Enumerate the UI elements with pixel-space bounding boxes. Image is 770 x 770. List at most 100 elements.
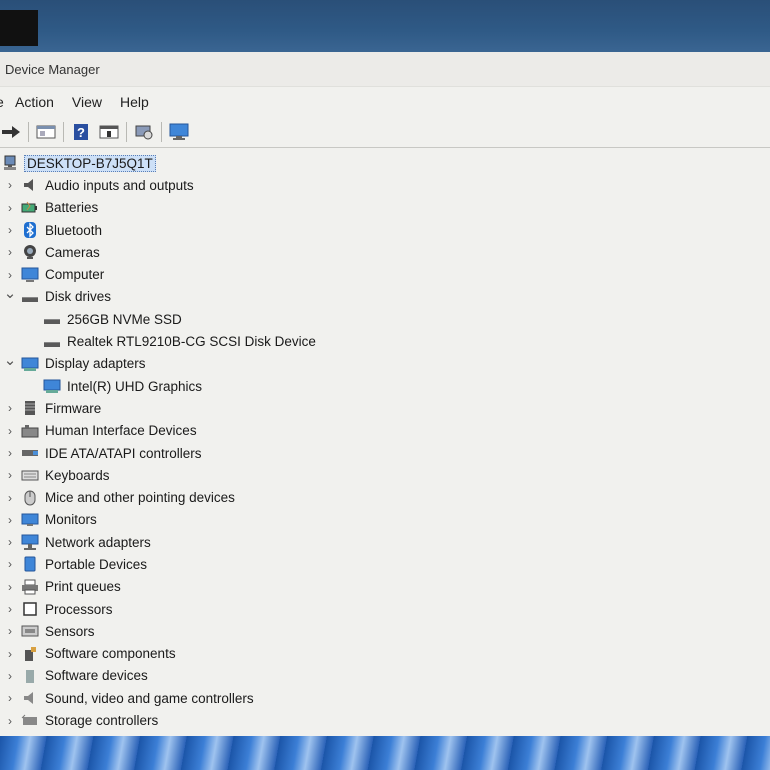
display-icon xyxy=(43,378,61,394)
category-label: Batteries xyxy=(45,200,99,216)
title-bar[interactable]: Device Manager xyxy=(0,52,770,87)
window-title: Device Manager xyxy=(5,61,100,77)
category-item[interactable]: › Computer xyxy=(0,263,770,285)
category-item[interactable]: ⌄ Disk drives xyxy=(0,286,770,308)
menu-view[interactable]: View xyxy=(72,92,102,112)
chevron-right-icon[interactable]: › xyxy=(3,580,17,594)
chevron-right-icon[interactable]: › xyxy=(3,602,17,616)
chevron-right-icon[interactable]: › xyxy=(3,223,17,237)
computer-icon xyxy=(21,267,39,283)
category-item[interactable]: › Storage controllers xyxy=(0,709,770,731)
chevron-down-icon[interactable]: ⌄ xyxy=(3,286,17,301)
category-label: Audio inputs and outputs xyxy=(45,177,194,193)
category-label: Network adapters xyxy=(45,534,151,550)
chevron-right-icon[interactable]: › xyxy=(3,491,17,505)
portable-icon xyxy=(21,556,39,572)
svg-text:?: ? xyxy=(77,125,85,140)
category-item[interactable]: › Software devices xyxy=(0,665,770,687)
chevron-right-icon[interactable]: › xyxy=(3,669,17,683)
hid-icon xyxy=(21,423,39,439)
monitor-icon[interactable] xyxy=(168,122,190,142)
chevron-right-icon[interactable]: › xyxy=(3,268,17,282)
sound-icon xyxy=(21,690,39,706)
toolbar-separator xyxy=(161,122,162,142)
category-item[interactable]: › Print queues xyxy=(0,576,770,598)
device-item[interactable]: ›Realtek RTL9210B-CG SCSI Disk Device xyxy=(0,330,770,352)
chevron-right-icon[interactable]: › xyxy=(3,535,17,549)
tree-root[interactable]: DESKTOP-B7J5Q1T xyxy=(0,152,770,174)
chevron-right-icon[interactable]: › xyxy=(3,624,17,638)
properties-icon[interactable] xyxy=(35,122,57,142)
category-item[interactable]: › Audio inputs and outputs xyxy=(0,174,770,196)
device-label: Realtek RTL9210B-CG SCSI Disk Device xyxy=(67,334,316,350)
chevron-right-icon[interactable]: › xyxy=(3,245,17,259)
device-tree: DESKTOP-B7J5Q1T › Audio inputs and output… xyxy=(0,148,770,732)
category-item[interactable]: › Portable Devices xyxy=(0,553,770,575)
category-item[interactable]: › Network adapters xyxy=(0,531,770,553)
category-label: Sensors xyxy=(45,623,95,639)
category-label: Software components xyxy=(45,646,176,662)
software-component-icon xyxy=(21,646,39,662)
menu-file[interactable]: e xyxy=(0,92,4,112)
category-item[interactable]: › Human Interface Devices xyxy=(0,420,770,442)
disk-icon xyxy=(21,289,39,305)
category-item[interactable]: › Processors xyxy=(0,598,770,620)
category-item[interactable]: › Bluetooth xyxy=(0,219,770,241)
network-icon xyxy=(21,534,39,551)
category-item[interactable]: › Mice and other pointing devices xyxy=(0,486,770,508)
menu-help[interactable]: Help xyxy=(120,92,149,112)
category-label: Disk drives xyxy=(45,289,112,305)
category-item[interactable]: › Sound, video and game controllers xyxy=(0,687,770,709)
chevron-right-icon[interactable]: › xyxy=(3,468,17,482)
category-label: Computer xyxy=(45,267,105,283)
category-item[interactable]: › Cameras xyxy=(0,241,770,263)
scan-hardware-icon[interactable] xyxy=(133,122,155,142)
chevron-right-icon[interactable]: › xyxy=(3,201,17,215)
chevron-right-icon[interactable]: › xyxy=(3,513,17,527)
chevron-right-icon[interactable]: › xyxy=(3,424,17,438)
software-device-icon xyxy=(21,668,39,684)
chevron-right-icon[interactable]: › xyxy=(3,691,17,705)
category-item[interactable]: › Sensors xyxy=(0,620,770,642)
category-label: Print queues xyxy=(45,579,121,595)
device-item[interactable]: ›Intel(R) UHD Graphics xyxy=(0,375,770,397)
toolbar-separator xyxy=(28,122,29,142)
ide-icon xyxy=(21,445,39,461)
category-item[interactable]: › Monitors xyxy=(0,509,770,531)
chevron-right-icon[interactable]: › xyxy=(3,178,17,192)
device-item[interactable]: ›256GB NVMe SSD xyxy=(0,308,770,330)
category-item[interactable]: › Firmware xyxy=(0,397,770,419)
mouse-icon xyxy=(21,490,39,506)
category-label: Cameras xyxy=(45,244,100,260)
firmware-icon xyxy=(21,400,39,416)
chevron-down-icon[interactable]: ⌄ xyxy=(3,353,17,368)
processor-icon xyxy=(21,601,39,617)
help-icon[interactable]: ? xyxy=(70,122,92,142)
category-label: Firmware xyxy=(45,400,102,416)
chevron-right-icon[interactable]: › xyxy=(3,647,17,661)
toolbar-separator xyxy=(126,122,127,142)
chevron-right-icon[interactable]: › xyxy=(3,714,17,728)
menu-action[interactable]: Action xyxy=(15,92,54,112)
category-item[interactable]: › IDE ATA/ATAPI controllers xyxy=(0,442,770,464)
chevron-right-icon[interactable]: › xyxy=(3,446,17,460)
category-item[interactable]: › Keyboards xyxy=(0,464,770,486)
category-item[interactable]: › Batteries xyxy=(0,197,770,219)
category-label: Portable Devices xyxy=(45,556,148,572)
category-label: Processors xyxy=(45,601,113,617)
forward-arrow-icon[interactable] xyxy=(0,122,22,142)
speaker-icon xyxy=(21,177,39,193)
update-driver-icon[interactable] xyxy=(98,122,120,142)
storage-icon xyxy=(21,713,39,729)
taskbar-thumbnail xyxy=(0,10,38,46)
root-label: DESKTOP-B7J5Q1T xyxy=(24,154,156,172)
category-item[interactable]: › Software components xyxy=(0,643,770,665)
chevron-right-icon[interactable]: › xyxy=(3,557,17,571)
desktop-background-bottom xyxy=(0,736,770,770)
device-label: Intel(R) UHD Graphics xyxy=(67,378,203,394)
chevron-right-icon[interactable]: › xyxy=(3,401,17,415)
bluetooth-icon xyxy=(21,222,39,239)
category-item[interactable]: ⌄ Display adapters xyxy=(0,353,770,375)
desktop-background-top xyxy=(0,0,770,52)
battery-icon xyxy=(21,200,39,216)
